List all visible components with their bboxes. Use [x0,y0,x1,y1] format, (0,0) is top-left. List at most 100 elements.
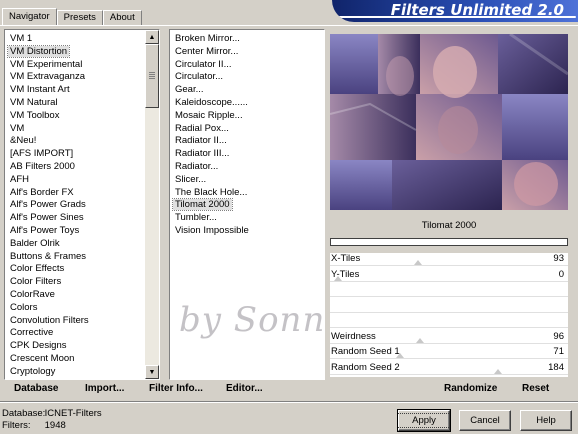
parameter-slider[interactable]: Y-Tiles 0 [330,269,568,283]
category-item[interactable]: Convolution Filters [8,315,159,328]
category-item[interactable]: VM Natural [8,97,159,110]
parameter-value: 96 [553,330,564,342]
category-item[interactable]: VM Extravaganza [8,71,159,84]
category-item[interactable]: Alf's Power Toys [8,225,159,238]
parameter-slider[interactable]: Random Seed 2 184 [330,362,568,376]
filter-item[interactable]: Radial Pox... [173,123,324,136]
filter-item[interactable]: Radiator III... [173,148,324,161]
filter-item[interactable]: Slicer... [173,174,324,187]
tab-navigator[interactable]: Navigator [2,8,57,25]
category-item-label: AB Filters 2000 [10,160,75,172]
category-item[interactable]: CPK Designs [8,340,159,353]
randomize-button[interactable]: Randomize [444,383,497,394]
help-button[interactable]: Help [520,410,572,431]
status-database: Database: ICNET-Filters [2,408,102,419]
filter-item[interactable]: Mosaic Ripple... [173,110,324,123]
apply-button-label: Apply [397,413,451,428]
help-button-label: Help [536,415,556,426]
category-item[interactable]: Alf's Power Sines [8,212,159,225]
parameter-value: 93 [553,253,564,264]
category-item[interactable]: Colors [8,302,159,315]
category-item[interactable]: VM [8,123,159,136]
category-scrollbar[interactable]: ▲ ▼ [145,30,159,379]
scroll-thumb[interactable] [145,44,159,108]
category-item[interactable]: [AFS IMPORT] [8,148,159,161]
app-title: Filters Unlimited 2.0 [390,1,564,19]
filter-item[interactable]: Center Mirror... [173,46,324,59]
filter-item[interactable]: The Black Hole... [173,187,324,200]
filter-list[interactable]: Broken Mirror... Center Mirror... Circulat… [169,29,325,380]
category-item[interactable]: &Neu! [8,135,159,148]
category-item-label: Crescent Moon [10,352,75,364]
scroll-up-icon[interactable]: ▲ [145,30,159,44]
tab-strip: Navigator Presets About [2,8,142,25]
category-item[interactable]: Color Effects [8,263,159,276]
scroll-down-icon[interactable]: ▼ [145,365,159,379]
category-item[interactable]: Crescent Moon [8,353,159,366]
status-database-value: ICNET-Filters [44,408,102,419]
parameter-slider[interactable] [330,300,568,314]
apply-button[interactable]: Apply [397,409,451,432]
tab-presets[interactable]: Presets [56,10,103,25]
category-item[interactable]: Cryptology [8,366,159,379]
filter-item-label: Tilomat 2000 [172,198,233,212]
filter-item-label: Center Mirror... [175,45,239,57]
category-item-label: &Neu! [10,135,37,147]
slider-thumb[interactable] [413,260,422,265]
filter-info-button[interactable]: Filter Info... [149,383,203,394]
filter-item[interactable]: Kaleidoscope...... [173,97,324,110]
database-button-label: Database [14,383,59,394]
grip-line [149,72,155,73]
progress-bar [330,238,568,246]
filter-item-label: Broken Mirror... [175,33,240,44]
filter-item[interactable]: Tilomat 2000 [172,198,324,212]
slider-thumb[interactable] [493,368,502,374]
category-item[interactable]: VM 1 [8,33,159,46]
category-list[interactable]: VM 1 VM Distortion VM Experimental VM Extra… [4,29,160,380]
slider-track [330,280,568,282]
category-item[interactable]: AFH [8,174,159,187]
parameter-value: 71 [553,346,564,357]
parameter-slider[interactable]: X-Tiles 93 [330,253,568,267]
filter-item-label: Gear... [175,84,204,96]
parameter-slider[interactable]: Weirdness 96 [330,331,568,345]
import-button[interactable]: Import... [85,383,124,394]
category-item-label: Color Effects [10,263,65,275]
cancel-button[interactable]: Cancel [459,410,511,431]
editor-button[interactable]: Editor... [226,383,263,394]
slider-track [330,342,568,344]
filter-item[interactable]: Circulator II... [173,59,324,72]
category-item-label: Alf's Power Sines [10,212,84,224]
category-item[interactable]: Corrective [8,327,159,340]
filter-item[interactable]: Tumbler... [173,212,324,225]
category-item[interactable]: VM Toolbox [8,110,159,123]
parameter-slider[interactable] [330,284,568,298]
filter-item[interactable]: Vision Impossible [173,225,324,238]
grip-line [149,74,155,75]
filter-item[interactable]: Radiator II... [173,135,324,148]
category-item[interactable]: ColorRave [8,289,159,302]
category-item[interactable]: VM Instant Art [8,84,159,97]
category-item[interactable]: Alf's Border FX [8,187,159,200]
category-item[interactable]: Buttons & Frames [8,251,159,264]
slider-track [330,311,568,313]
database-button[interactable]: Database [14,383,58,394]
filter-item[interactable]: Broken Mirror... [173,33,324,46]
slider-thumb[interactable] [416,337,425,343]
filter-item[interactable]: Gear... [173,84,324,97]
category-item[interactable]: Balder Olrik [8,238,159,251]
category-item[interactable]: VM Distortion [6,44,159,59]
tab-about[interactable]: About [102,10,142,25]
filter-item[interactable]: Circulator... [173,71,324,84]
parameter-slider[interactable]: Random Seed 1 71 [330,346,568,360]
import-button-label: Import... [85,383,125,394]
category-item[interactable]: AB Filters 2000 [8,161,159,174]
filter-item[interactable]: Radiator... [173,161,324,174]
category-item[interactable]: Alf's Power Grads [8,199,159,212]
category-item[interactable]: Color Filters [8,276,159,289]
parameter-slider[interactable] [330,315,568,329]
category-item[interactable]: VM Experimental [8,59,159,72]
category-item-label: Cryptology [10,365,56,377]
category-item-label: Alf's Power Toys [10,224,80,236]
reset-button[interactable]: Reset [522,383,549,394]
